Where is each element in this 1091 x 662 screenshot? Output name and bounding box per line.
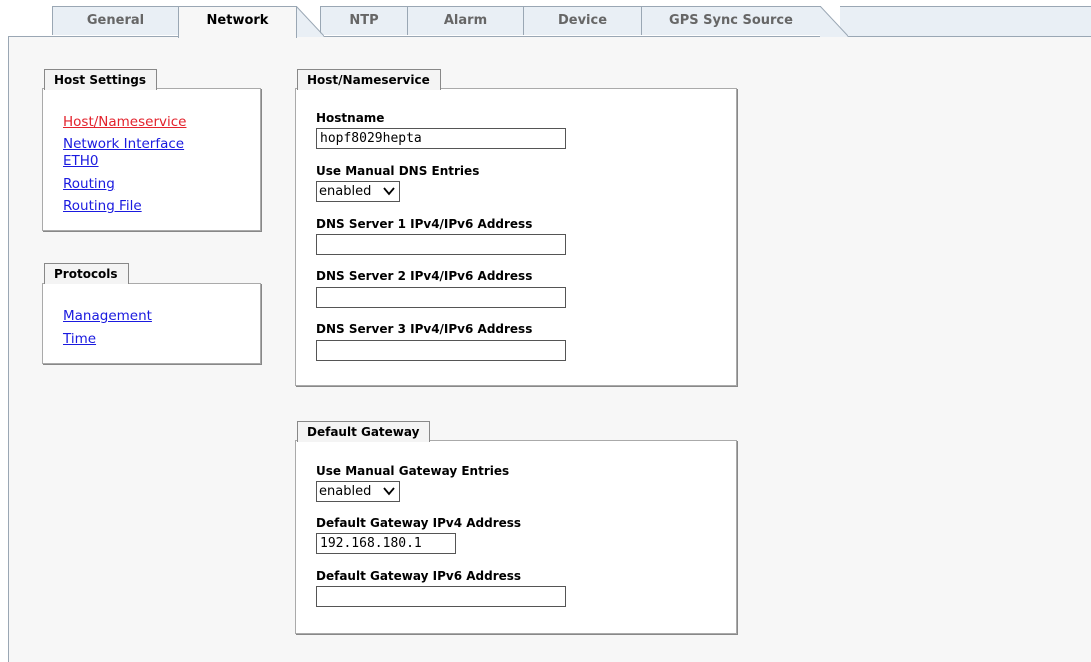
tab-gps-sync-source[interactable]: GPS Sync Source [641,6,821,35]
manual-dns-select[interactable]: enabled [316,181,400,202]
link-time[interactable]: Time [63,331,96,347]
chevron-down-icon [383,487,395,496]
tab-device[interactable]: Device [523,6,642,35]
link-routing[interactable]: Routing [63,176,115,192]
protocols-box: Management Time [42,283,261,364]
link-routing-file[interactable]: Routing File [63,198,142,214]
tab-network[interactable]: Network [178,6,297,38]
link-eth0[interactable]: ETH0 [63,153,99,169]
tab-alarm[interactable]: Alarm [407,6,524,35]
gw-ipv4-label: Default Gateway IPv4 Address [316,516,522,530]
manual-dns-value: enabled [319,184,372,199]
gw-ipv6-input[interactable] [316,586,566,607]
dns3-input[interactable] [316,340,566,361]
dns2-input[interactable] [316,287,566,308]
manual-gw-select[interactable]: enabled [316,481,400,502]
link-network-interface[interactable]: Network Interface [63,136,184,152]
tab-bar: General Network NTP Alarm Device GPS Syn… [0,0,1091,38]
manual-dns-label: Use Manual DNS Entries [316,164,480,178]
link-host-nameservice[interactable]: Host/Nameservice [63,114,186,130]
chevron-down-icon [383,187,395,196]
gw-ipv4-input[interactable]: 192.168.180.1 [316,533,456,554]
link-management[interactable]: Management [63,308,152,324]
hostname-input[interactable]: hopf8029hepta [316,128,566,149]
default-gateway-title: Default Gateway [297,421,431,442]
tab-bar-fill [840,6,1091,38]
default-gateway-box: Use Manual Gateway Entries enabled Defau… [295,440,737,634]
manual-gw-label: Use Manual Gateway Entries [316,464,510,478]
dns3-label: DNS Server 3 IPv4/IPv6 Address [316,322,533,336]
dns1-label: DNS Server 1 IPv4/IPv6 Address [316,217,533,231]
tab-gps-slant [820,6,848,37]
tab-general[interactable]: General [52,6,179,35]
hostname-label: Hostname [316,111,385,125]
dns1-input[interactable] [316,234,566,255]
tab-network-slant [296,6,324,37]
gw-ipv6-label: Default Gateway IPv6 Address [316,569,522,583]
host-settings-title: Host Settings [44,69,157,90]
host-settings-box: Host/Nameservice Network Interface ETH0 … [42,88,261,231]
host-nameservice-title: Host/Nameservice [297,69,441,90]
dns2-label: DNS Server 2 IPv4/IPv6 Address [316,269,533,283]
tab-ntp[interactable]: NTP [320,6,408,35]
manual-gw-value: enabled [319,484,372,499]
host-nameservice-box: Hostname hopf8029hepta Use Manual DNS En… [295,88,737,386]
protocols-title: Protocols [44,263,129,284]
